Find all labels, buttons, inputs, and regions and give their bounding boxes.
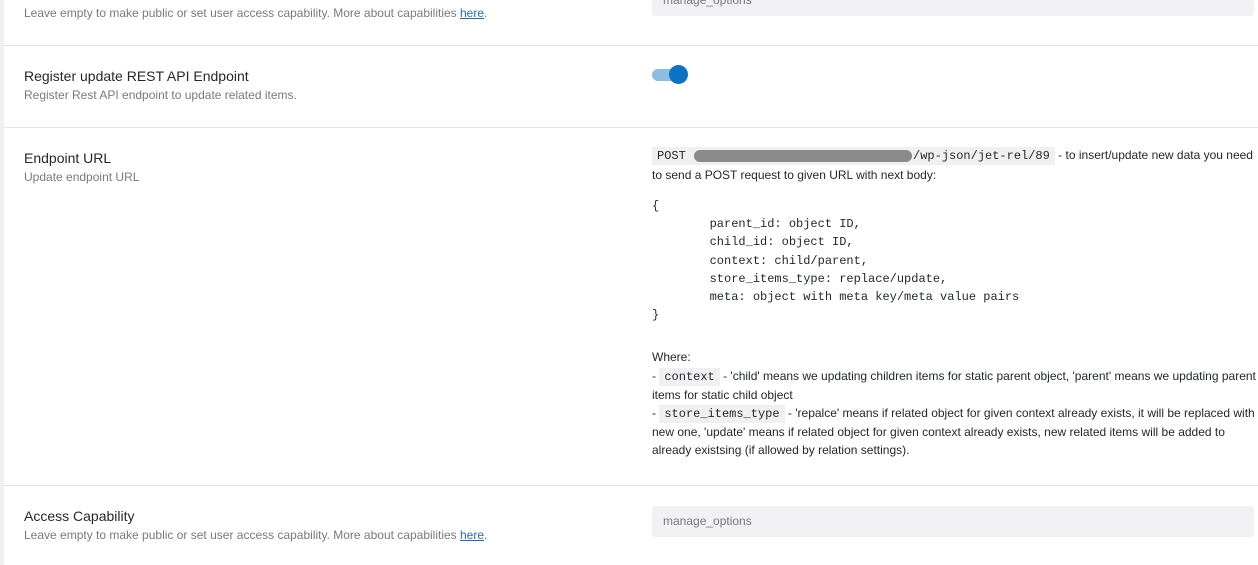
divider <box>4 45 1258 46</box>
endpoint-url-label: Endpoint URL <box>24 150 112 166</box>
where-explanation: Where: - context - 'child' means we upda… <box>652 348 1256 459</box>
endpoint-url-description: Update endpoint URL <box>24 170 140 184</box>
endpoint-intro: POST /wp-json/jet-rel/89 - to insert/upd… <box>652 147 1253 182</box>
endpoint-info: POST /wp-json/jet-rel/89 - to insert/upd… <box>652 146 1256 460</box>
top-capability-input[interactable]: manage_options <box>652 0 1254 16</box>
divider <box>4 485 1258 486</box>
toggle-knob[interactable] <box>669 65 688 84</box>
store-items-type-key: store_items_type <box>659 405 785 424</box>
register-endpoint-description: Register Rest API endpoint to update rel… <box>24 88 297 102</box>
redacted-domain <box>694 149 913 162</box>
capabilities-here-link[interactable]: here <box>460 528 484 542</box>
where-label: Where: <box>652 350 691 365</box>
access-capability-label: Access Capability <box>24 508 135 524</box>
access-capability-description: Leave empty to make public or set user a… <box>24 528 488 542</box>
store-items-type-explanation: - store_items_type - 'repalce' means if … <box>652 405 1255 458</box>
divider <box>4 127 1258 128</box>
access-capability-input[interactable]: manage_options <box>652 506 1254 537</box>
top-capability-description: Leave empty to make public or set user a… <box>24 6 488 20</box>
context-explanation: - context - 'child' means we updating ch… <box>652 367 1256 402</box>
endpoint-url-code: POST /wp-json/jet-rel/89 <box>652 147 1055 165</box>
left-edge <box>0 0 4 565</box>
top-capabilities-here-link[interactable]: here <box>460 6 484 20</box>
context-key: context <box>659 367 720 386</box>
request-body-code: { parent_id: object ID, child_id: object… <box>652 199 1020 323</box>
register-endpoint-label: Register update REST API Endpoint <box>24 68 249 84</box>
